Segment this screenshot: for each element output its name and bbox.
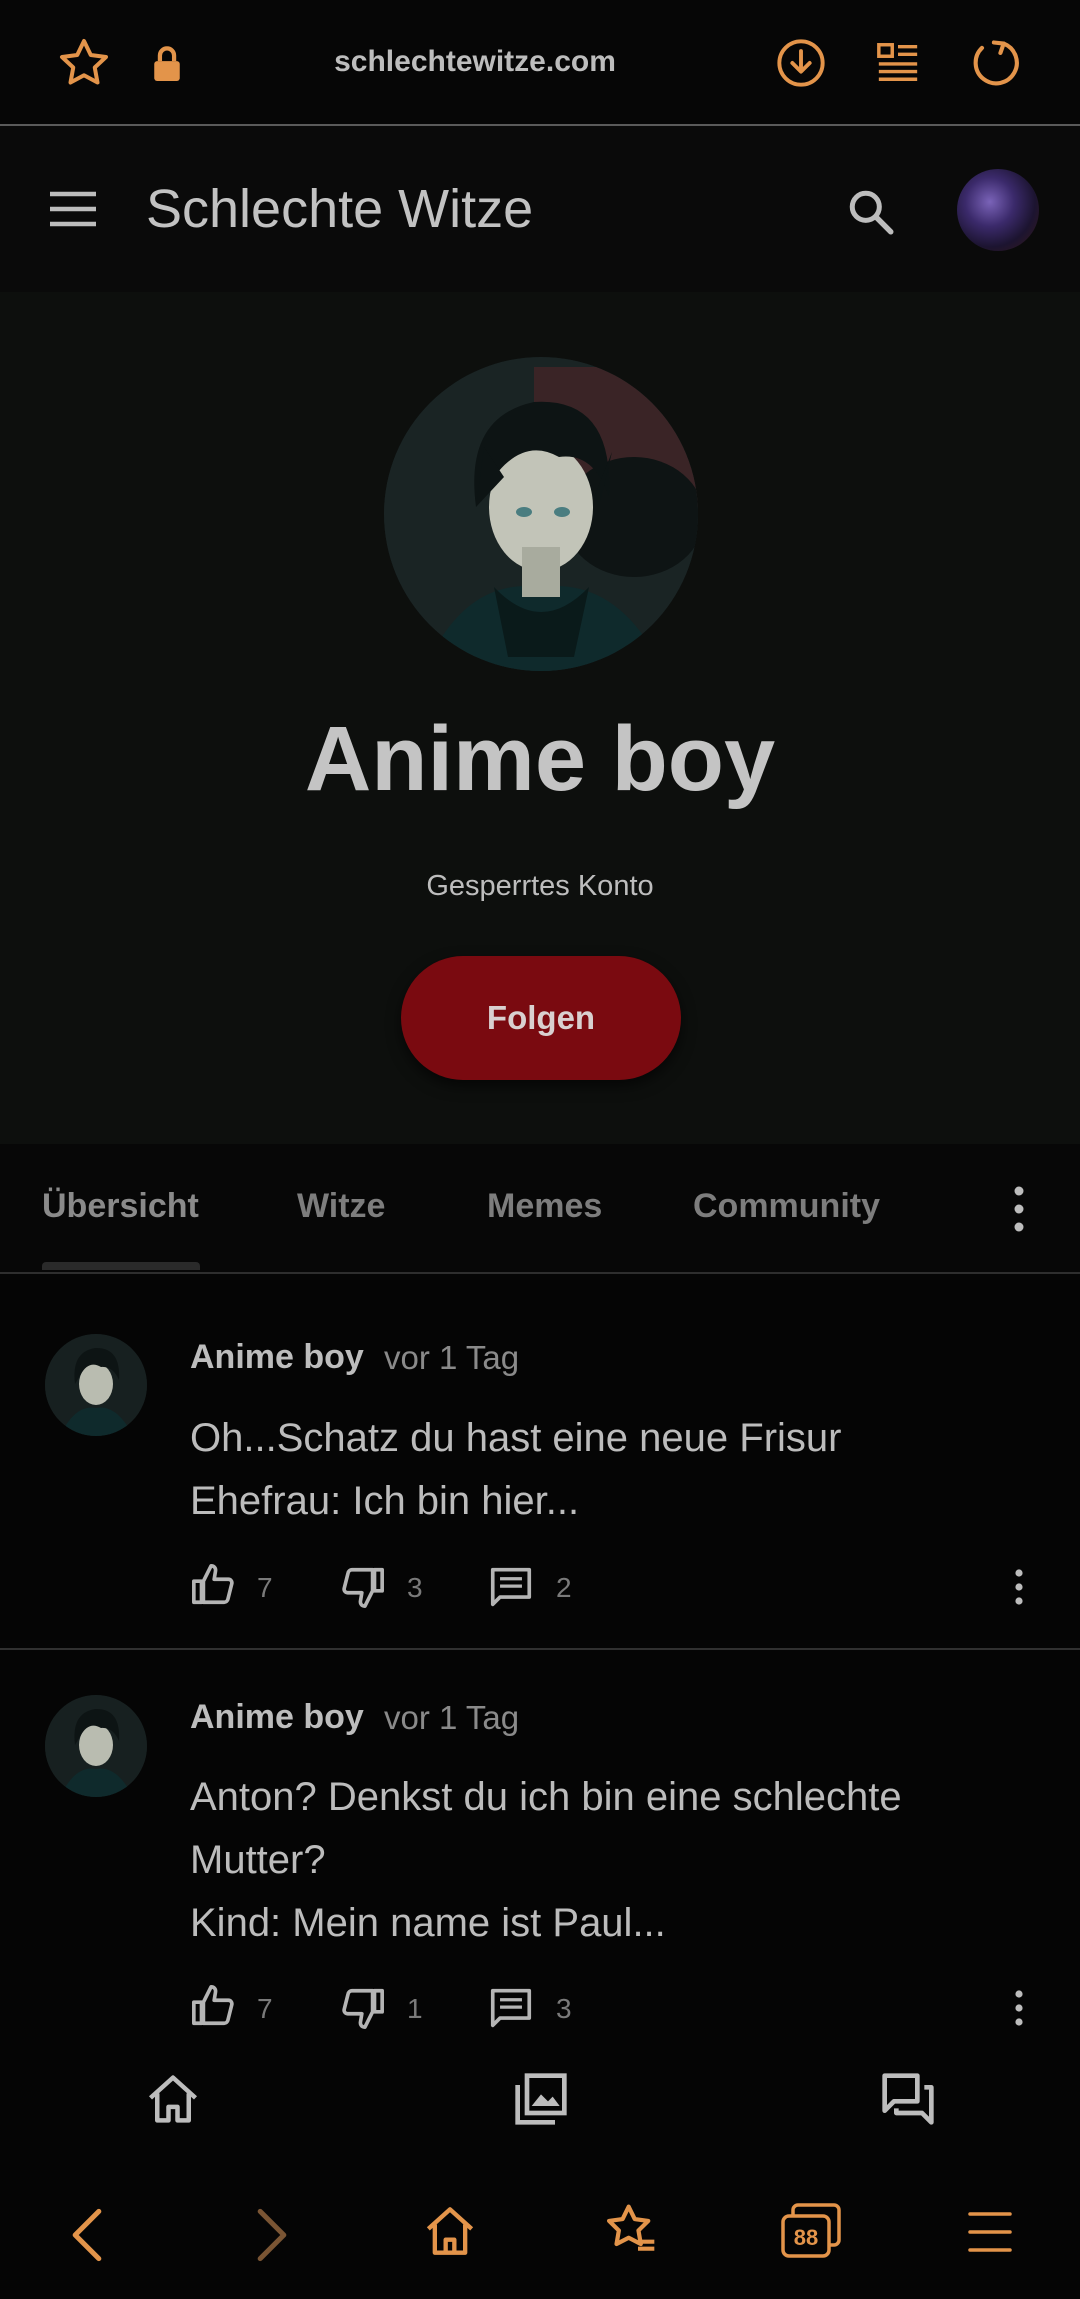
app-header: Schlechte Witze: [0, 126, 1080, 292]
gallery-icon[interactable]: [513, 2071, 569, 2127]
post-card: Anime boy vor 1 Tag Oh...Schatz du hast …: [0, 1272, 1080, 1648]
like-icon[interactable]: [190, 1562, 236, 1608]
post-text-line: Ehefrau: Ich bin hier...: [190, 1479, 580, 1523]
comment-count: 2: [556, 1572, 572, 1603]
post-text[interactable]: Anton? Denkst du ich bin eine schlechte …: [190, 1766, 1030, 1955]
profile-name: Anime boy: [304, 708, 776, 810]
bookmark-star-icon[interactable]: [54, 34, 114, 94]
home-icon[interactable]: [146, 2073, 200, 2125]
menu-icon[interactable]: [48, 191, 98, 227]
profile-avatar: [384, 357, 698, 671]
like-icon[interactable]: [190, 1983, 236, 2029]
search-icon[interactable]: [846, 187, 896, 237]
post-more-icon[interactable]: [1010, 1569, 1028, 1605]
post-timestamp: vor 1 Tag: [384, 1699, 520, 1736]
tab-overview[interactable]: Übersicht: [42, 1144, 199, 1272]
browser-menu-icon[interactable]: [968, 2210, 1012, 2254]
bookmarks-icon[interactable]: [603, 2202, 659, 2258]
comment-icon[interactable]: [489, 1987, 533, 2029]
browser-top-bar: schlechtewitze.com: [0, 0, 1080, 126]
tab-count: 88: [794, 2225, 818, 2250]
profile-tabs: Übersicht Witze Memes Community: [0, 1144, 1080, 1274]
app-bottom-nav: [0, 2047, 1080, 2153]
tab-memes[interactable]: Memes: [487, 1144, 602, 1272]
download-icon[interactable]: [775, 37, 827, 89]
account-status: Gesperrtes Konto: [426, 870, 654, 902]
browser-bottom-nav: 88: [0, 2160, 1080, 2299]
lock-icon: [150, 44, 184, 84]
back-icon[interactable]: [70, 2208, 104, 2262]
follow-button[interactable]: Folgen: [401, 956, 681, 1080]
post-text[interactable]: Oh...Schatz du hast eine neue Frisur Ehe…: [190, 1407, 1030, 1533]
reload-icon[interactable]: [969, 36, 1021, 88]
comment-icon[interactable]: [489, 1566, 533, 1608]
post-card: Anime boy vor 1 Tag Anton? Denkst du ich…: [0, 1650, 1080, 2047]
post-author-avatar[interactable]: [45, 1334, 147, 1436]
post-timestamp: vor 1 Tag: [384, 1339, 520, 1376]
post-more-icon[interactable]: [1010, 1990, 1028, 2026]
post-text-line: Oh...Schatz du hast eine neue Frisur: [190, 1416, 842, 1460]
post-author-avatar[interactable]: [45, 1695, 147, 1797]
dislike-icon[interactable]: [340, 1985, 386, 2031]
comment-count: 3: [556, 1993, 572, 2024]
dislike-count: 1: [407, 1993, 423, 2024]
tab-jokes[interactable]: Witze: [297, 1144, 385, 1272]
dislike-icon[interactable]: [340, 1564, 386, 1610]
reader-mode-icon[interactable]: [875, 39, 921, 85]
site-title[interactable]: Schlechte Witze: [146, 126, 533, 292]
like-count: 7: [257, 1572, 273, 1603]
browser-home-icon[interactable]: [424, 2205, 476, 2257]
tabs-icon[interactable]: 88: [780, 2202, 842, 2260]
active-tab-indicator: [42, 1262, 200, 1270]
post-text-line: Mutter?: [190, 1838, 326, 1882]
forum-icon[interactable]: [880, 2071, 936, 2127]
dislike-count: 3: [407, 1572, 423, 1603]
tab-community[interactable]: Community: [693, 1144, 880, 1272]
like-count: 7: [257, 1993, 273, 2024]
post-text-line: Kind: Mein name ist Paul...: [190, 1901, 666, 1945]
user-avatar[interactable]: [957, 169, 1039, 251]
post-author-name[interactable]: Anime boy: [190, 1698, 364, 1737]
post-text-line: Anton? Denkst du ich bin eine schlechte: [190, 1775, 902, 1819]
post-author-name[interactable]: Anime boy: [190, 1338, 364, 1377]
url-text[interactable]: schlechtewitze.com: [260, 0, 690, 124]
profile-hero: Anime boy Gesperrtes Konto Folgen: [0, 292, 1080, 1144]
more-vertical-icon[interactable]: [1010, 1186, 1028, 1232]
forward-icon[interactable]: [255, 2208, 289, 2262]
